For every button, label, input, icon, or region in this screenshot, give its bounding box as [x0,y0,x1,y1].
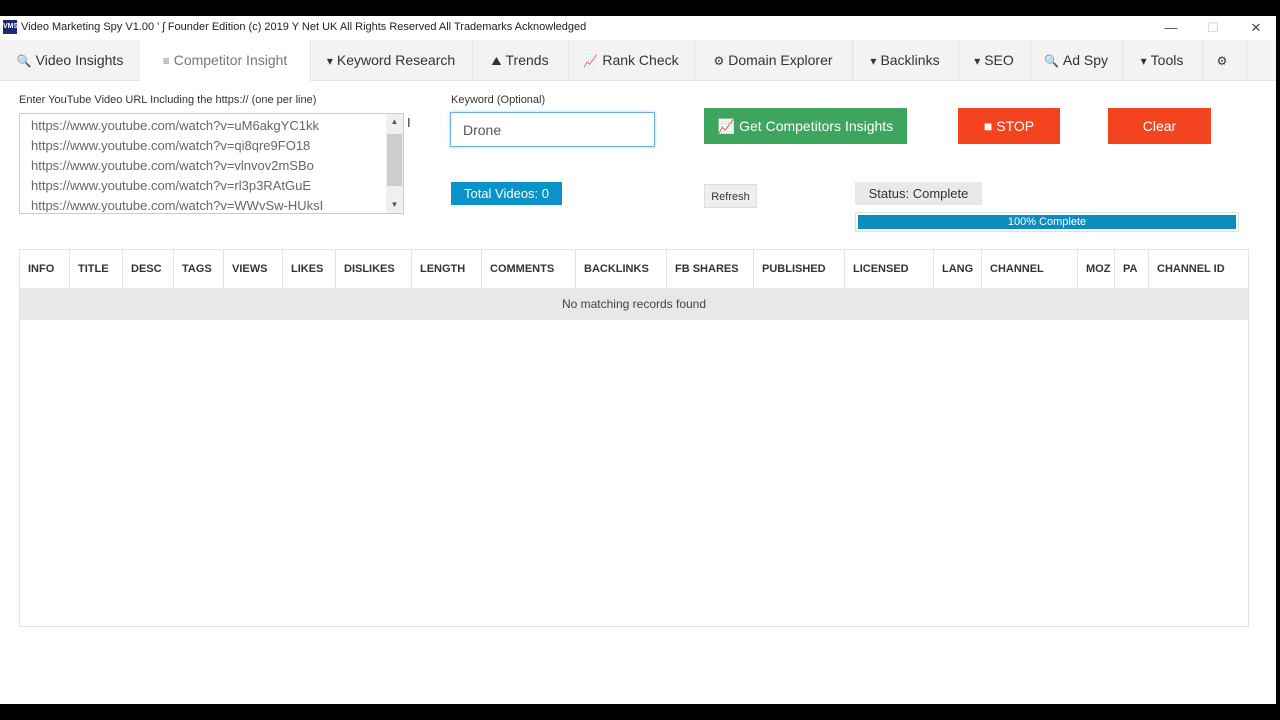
caret-down-icon: ▾ [326,54,333,68]
column-header[interactable]: FB SHARES [667,250,754,288]
column-header[interactable]: VIEWS [224,250,283,288]
url-scrollbar[interactable]: ▲ ▼ [386,114,403,213]
search-icon: 🔍 [16,54,32,68]
scroll-up-icon[interactable]: ▲ [386,114,403,130]
line-chart-icon: 📈 [583,54,599,68]
app-logo-icon: VMS [3,20,18,34]
column-header[interactable]: LIKES [283,250,336,288]
tab-label: Keyword Research [336,52,456,68]
tab-label: Competitor Insight [173,52,288,68]
gears-icon: ⚙ [1216,54,1228,68]
scroll-down-icon[interactable]: ▼ [386,197,403,213]
stop-button[interactable]: ■ STOP [958,108,1060,144]
main-tab-bar: 🔍 Video Insights ≡ Competitor Insight ▾ Key… [0,40,1276,81]
text-cursor-icon: I [407,115,411,130]
keyword-label: Keyword (Optional) [451,94,546,106]
tab-label: Domain Explorer [728,52,833,68]
column-header[interactable]: TITLE [70,250,123,288]
url-line: https://www.youtube.com/watch?v=vlnvov2m… [31,158,314,173]
tab-domain-explorer[interactable]: ⚙ Domain Explorer [694,40,853,80]
status-label: Status: Complete [855,182,982,205]
empty-table-message: No matching records found [20,288,1248,320]
tab-label: Trends [505,52,549,68]
progress-text: 100% Complete [1007,216,1087,228]
caret-down-icon: ▾ [1140,54,1147,68]
app-window: VMS Video Marketing Spy V1.00 ' ʃ Founde… [0,16,1276,704]
button-label: Get Competitors Insights [739,118,894,134]
window-title: Video Marketing Spy V1.00 ' ʃ Founder Ed… [21,21,587,33]
tab-keyword-research[interactable]: ▾ Keyword Research [310,40,473,80]
stop-square-icon: ■ [983,118,997,134]
line-chart-icon: 📈 [717,118,740,134]
column-header[interactable]: BACKLINKS [576,250,667,288]
column-header[interactable]: LICENSED [845,250,934,288]
url-input-label: Enter YouTube Video URL Including the ht… [19,94,317,106]
table-header: INFO TITLE DESC TAGS VIEWS LIKES DISLIKE… [20,250,1248,289]
progress-bar: 100% Complete [855,212,1239,232]
url-line: https://www.youtube.com/watch?v=WWvSw-HU… [31,198,324,212]
caret-down-icon: ▾ [974,54,981,68]
network-icon: ⚙ [713,54,725,68]
url-line: https://www.youtube.com/watch?v=qi8qre9F… [31,138,311,153]
tab-video-insights[interactable]: 🔍 Video Insights [0,40,141,80]
get-competitors-insights-button[interactable]: 📈 Get Competitors Insights [704,108,907,144]
column-header[interactable]: COMMENTS [482,250,576,288]
tab-label: Backlinks [880,52,940,68]
refresh-button[interactable]: Refresh [704,184,757,208]
total-videos-badge: Total Videos: 0 [451,182,562,205]
tab-competitor-insight[interactable]: ≡ Competitor Insight [140,40,311,81]
search-icon: 🔍 [1043,54,1059,68]
minimize-button[interactable]: — [1151,16,1191,40]
tab-trends[interactable]: ⛰ Trends [472,40,569,80]
column-header[interactable]: MOZ [1078,250,1115,288]
close-button[interactable]: ✕ [1236,16,1276,40]
tab-backlinks[interactable]: ▾ Backlinks [852,40,959,80]
area-chart-icon: ⛰ [491,54,502,68]
list-icon: ≡ [162,54,170,68]
maximize-button[interactable]: ☐ [1193,16,1233,40]
column-header[interactable]: LANG [934,250,982,288]
column-header[interactable]: LENGTH [412,250,482,288]
column-header[interactable]: TAGS [174,250,224,288]
title-bar: VMS Video Marketing Spy V1.00 ' ʃ Founde… [0,16,1276,40]
column-header[interactable]: PA [1115,250,1149,288]
column-header[interactable]: DESC [123,250,174,288]
column-header[interactable]: DISLIKES [336,250,412,288]
results-table: INFO TITLE DESC TAGS VIEWS LIKES DISLIKE… [19,249,1249,627]
tab-ad-spy[interactable]: 🔍 Ad Spy [1030,40,1123,80]
tab-seo[interactable]: ▾ SEO [958,40,1031,80]
column-header[interactable]: CHANNEL ID [1149,250,1248,288]
column-header[interactable]: CHANNEL [982,250,1078,288]
url-line: https://www.youtube.com/watch?v=rl3p3RAt… [31,178,311,193]
tab-label: Rank Check [602,52,679,68]
column-header[interactable]: PUBLISHED [754,250,845,288]
button-label: STOP [996,118,1035,134]
clear-button[interactable]: Clear [1108,108,1211,144]
tab-label: Video Insights [35,52,124,68]
scroll-thumb[interactable] [387,134,402,186]
keyword-input[interactable]: Drone [450,112,655,147]
caret-down-icon: ▾ [870,54,877,68]
tab-settings[interactable]: ⚙ [1202,40,1247,80]
tab-label: SEO [984,52,1014,68]
tab-tools[interactable]: ▾ Tools [1122,40,1203,80]
tab-label: Ad Spy [1062,52,1109,68]
url-line: https://www.youtube.com/watch?v=uM6akgYC… [31,118,319,133]
url-textarea[interactable]: https://www.youtube.com/watch?v=uM6akgYC… [19,113,404,214]
column-header[interactable]: INFO [20,250,70,288]
tab-label: Tools [1150,52,1184,68]
tab-rank-check[interactable]: 📈 Rank Check [568,40,695,80]
